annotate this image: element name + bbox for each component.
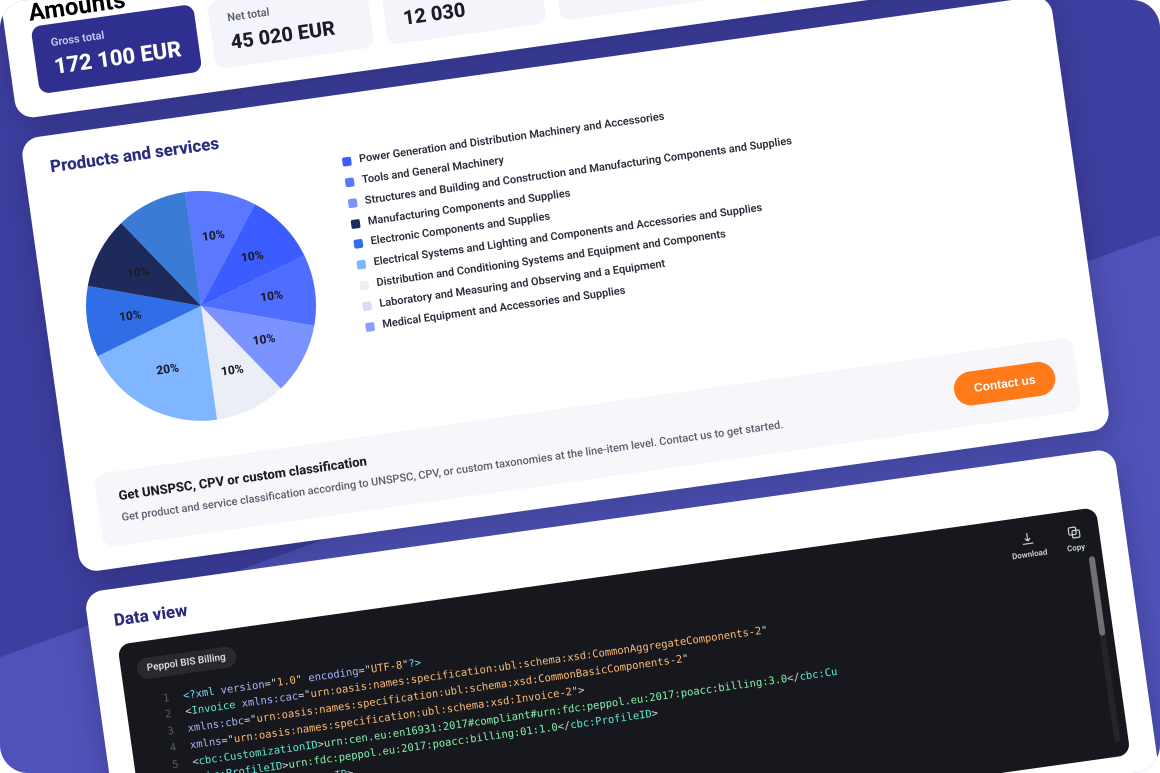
legend-swatch	[353, 239, 363, 249]
pie-slice-label: 10%	[118, 307, 142, 324]
pie-slice-label: 10%	[126, 263, 150, 280]
legend-swatch	[362, 301, 372, 311]
code-actions: Download Copy	[1009, 522, 1086, 560]
amount-tile-3: Line items12	[552, 0, 720, 20]
format-chip[interactable]: Peppol BIS Billing	[136, 645, 238, 680]
legend-swatch	[350, 218, 360, 228]
amount-tile-2: VAT total12 030	[379, 0, 547, 45]
amount-tile-1: Net total45 020 EUR	[207, 0, 375, 69]
stage: Amounts Gross total172 100 EURNet total4…	[0, 0, 1160, 773]
tilted-canvas: Amounts Gross total172 100 EURNet total4…	[0, 0, 1160, 773]
legend-swatch	[356, 259, 366, 269]
contact-us-button[interactable]: Contact us	[952, 359, 1058, 407]
pie-slice-label: 10%	[259, 287, 283, 304]
legend-swatch	[348, 197, 358, 207]
line-number: 5	[154, 756, 180, 773]
pie-chart: 10% 10% 10% 10% 10% 20% 10% 10%	[54, 158, 348, 452]
pie-slice-label: 10%	[240, 247, 264, 264]
pie-slice-label: 20%	[155, 360, 179, 377]
pie-legend: Power Generation and Distribution Machin…	[341, 57, 1058, 340]
pie-slice-label: 10%	[201, 227, 225, 244]
legend-swatch	[345, 177, 355, 187]
pie-slice-label: 10%	[220, 361, 244, 378]
legend-swatch	[342, 156, 352, 166]
copy-icon	[1065, 523, 1083, 541]
amount-value: 12	[574, 0, 700, 5]
copy-button[interactable]: Copy	[1064, 522, 1086, 552]
download-label: Download	[1011, 546, 1047, 560]
legend-swatch	[359, 280, 369, 290]
legend-swatch	[365, 321, 375, 331]
download-icon	[1018, 529, 1036, 547]
copy-label: Copy	[1066, 541, 1085, 552]
download-button[interactable]: Download	[1009, 528, 1048, 561]
pie-slice-label: 10%	[252, 330, 276, 347]
amount-value: 12 030	[401, 0, 527, 29]
